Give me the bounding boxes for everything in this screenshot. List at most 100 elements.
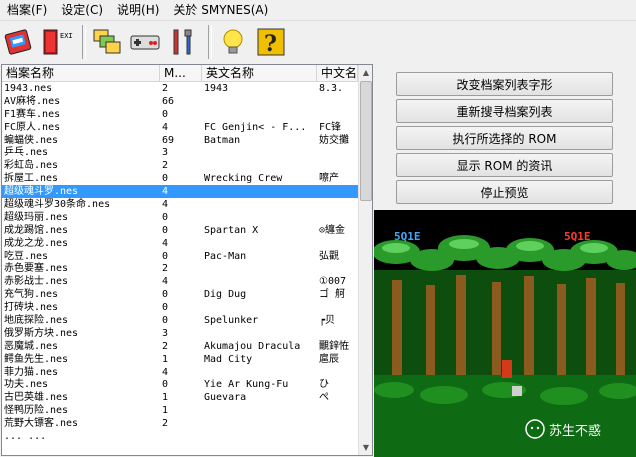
controller-button[interactable]: [128, 24, 162, 60]
table-row[interactable]: 成龙踢馆.nes 0 Spartan X ⊙纏金: [2, 224, 358, 237]
list-scrollbar[interactable]: ▲ ▼: [358, 65, 372, 455]
table-row[interactable]: 超级玛丽.nes 0: [2, 211, 358, 224]
table-row[interactable]: 打砖块.nes 0: [2, 301, 358, 314]
chinese-name-cell: [317, 262, 358, 275]
rom-filename-cell: FC原人.nes: [4, 121, 61, 133]
mapper-cell: 1: [162, 392, 169, 404]
help-button[interactable]: ?: [254, 24, 288, 60]
table-row[interactable]: 功夫.nes 0 Yie Ar Kung-Fu ひ: [2, 378, 358, 391]
table-row[interactable]: 鳄鱼先生.nes 1 Mad City 扈辰: [2, 353, 358, 366]
table-row[interactable]: 彩虹岛.nes 2: [2, 159, 358, 172]
english-name-cell: Batman: [204, 134, 241, 146]
list-header: 档案名称 M... 英文名称 中文名: [2, 65, 358, 82]
tips-button[interactable]: [216, 24, 250, 60]
chinese-name-cell: [317, 366, 358, 379]
table-row[interactable]: FC原人.nes 4 FC Genjin< - F... FC锋: [2, 121, 358, 134]
table-row[interactable]: 荒野大镖客.nes 2: [2, 417, 358, 430]
rom-filename-cell: 超级玛丽.nes: [4, 211, 69, 223]
column-header-filename[interactable]: 档案名称: [2, 65, 160, 81]
mapper-cell: 2: [162, 160, 169, 172]
table-row[interactable]: F1赛车.nes 0: [2, 108, 358, 121]
exit-button[interactable]: EXIT: [40, 24, 74, 60]
rom-filename-cell: 俄罗斯方块.nes: [4, 327, 79, 339]
watermark: 苏生不惑: [525, 418, 625, 440]
column-header-mapper[interactable]: M...: [160, 65, 202, 81]
mapper-cell: 69: [162, 134, 175, 146]
rom-filename-cell: 怪鸭历险.nes: [4, 405, 69, 417]
gamepad-icon: [130, 35, 160, 50]
chinese-name-cell: [317, 198, 358, 211]
mapper-cell: 4: [162, 199, 169, 211]
mapper-cell: 1: [162, 353, 169, 365]
menu-file[interactable]: 档案(F): [0, 0, 54, 20]
table-row[interactable]: 超级魂斗罗.nes 4: [2, 185, 358, 199]
chinese-name-cell: 嚓产: [319, 173, 339, 185]
english-name-cell: [202, 430, 317, 443]
table-row[interactable]: ... ...: [2, 430, 358, 443]
english-name-cell: 1943: [204, 83, 229, 94]
table-row[interactable]: 乒乓.nes 3: [2, 146, 358, 159]
table-row[interactable]: 地底探险.nes 0 Spelunker ┍贝: [2, 314, 358, 327]
english-name-cell: Dig Dug: [204, 289, 247, 301]
table-row[interactable]: 怪鸭历险.nes 1: [2, 404, 358, 417]
table-row[interactable]: 菲力猫.nes 4: [2, 366, 358, 379]
mapper-cell: 0: [162, 108, 169, 120]
rom-filename-cell: 恶魔城.nes: [4, 340, 59, 352]
english-name-cell: Wrecking Crew: [204, 173, 283, 185]
exit-door-icon: EXIT: [43, 29, 73, 55]
table-row[interactable]: 赤影战士.nes 4 ①007: [2, 275, 358, 288]
settings-button[interactable]: [166, 24, 200, 60]
table-row[interactable]: 古巴英雄.nes 1 Guevara ぺ: [2, 391, 358, 404]
rescan-list-button[interactable]: 重新搜寻档案列表: [396, 99, 613, 123]
table-row[interactable]: 充气狗.nes 0 Dig Dug ゴ 舸: [2, 288, 358, 301]
chinese-name-cell: 弘觀: [319, 250, 339, 262]
rom-filename-cell: 吃豆.nes: [4, 250, 49, 262]
column-header-english-name[interactable]: 英文名称: [202, 65, 317, 81]
run-rom-button[interactable]: 执行所选择的 ROM: [396, 126, 613, 150]
stop-preview-button[interactable]: 停止预览: [396, 180, 613, 204]
rom-filename-cell: 荒野大镖客.nes: [4, 418, 79, 430]
menu-about[interactable]: 关於 SMYNES(A): [166, 0, 275, 20]
change-font-button[interactable]: 改变档案列表字形: [396, 72, 613, 96]
mapper-cell: 4: [162, 366, 169, 378]
menu-settings[interactable]: 设定(C): [54, 0, 110, 20]
chinese-name-cell: [317, 430, 358, 443]
chinese-name-cell: ┍贝: [319, 315, 336, 327]
table-row[interactable]: 蝙蝠侠.nes 69 Batman 妨交攤: [2, 134, 358, 147]
table-row[interactable]: 俄罗斯方块.nes 3: [2, 327, 358, 340]
wechat-icon: [525, 419, 545, 439]
rom-list[interactable]: 档案名称 M... 英文名称 中文名 1943.nes 2 1943 8.3. AV麻将…: [1, 64, 373, 456]
rom-filename-cell: 拆屋工.nes: [4, 173, 59, 185]
rom-filename-cell: 充气狗.nes: [4, 289, 59, 301]
table-row[interactable]: 超级魂斗罗30条命.nes 4: [2, 198, 358, 211]
english-name-cell: [202, 262, 317, 275]
rom-filename-cell: 鳄鱼先生.nes: [4, 353, 69, 365]
mapper-cell: 2: [162, 83, 169, 94]
table-row[interactable]: 恶魔城.nes 2 Akumajou Dracula 覼鋅恠: [2, 340, 358, 353]
scrollbar-thumb[interactable]: [360, 81, 372, 201]
scroll-down-arrow-icon[interactable]: ▼: [359, 440, 372, 455]
table-row[interactable]: AV麻将.nes 66: [2, 95, 358, 108]
english-name-cell: Yie Ar Kung-Fu: [204, 379, 289, 391]
scroll-up-arrow-icon[interactable]: ▲: [359, 65, 372, 80]
table-row[interactable]: 拆屋工.nes 0 Wrecking Crew 嚓产: [2, 172, 358, 185]
table-row[interactable]: 赤色要塞.nes 2: [2, 262, 358, 275]
column-header-chinese-name[interactable]: 中文名: [317, 65, 358, 81]
menu-help[interactable]: 说明(H): [110, 0, 166, 20]
rom-filename-cell: 1943.nes: [4, 83, 53, 94]
table-row[interactable]: 成龙之龙.nes 4: [2, 237, 358, 250]
english-name-cell: FC Genjin< - F...: [204, 121, 307, 133]
rom-filename-cell: AV麻将.nes: [4, 95, 61, 107]
toolbar-separator: [208, 25, 212, 59]
rom-info-button[interactable]: 显示 ROM 的资讯: [396, 153, 613, 177]
chinese-name-cell: [317, 404, 358, 417]
table-row[interactable]: 1943.nes 2 1943 8.3.: [2, 82, 358, 95]
chinese-name-cell: ①007: [319, 276, 347, 288]
chinese-name-cell: 妨交攤: [319, 134, 349, 146]
nes-cartridge-icon: [4, 29, 32, 55]
chinese-name-cell: 扈辰: [319, 353, 339, 365]
toolbar-separator: [82, 25, 86, 59]
table-row[interactable]: 吃豆.nes 0 Pac-Man 弘觀: [2, 250, 358, 263]
open-rom-button[interactable]: [2, 24, 36, 60]
file-list-button[interactable]: [90, 24, 124, 60]
